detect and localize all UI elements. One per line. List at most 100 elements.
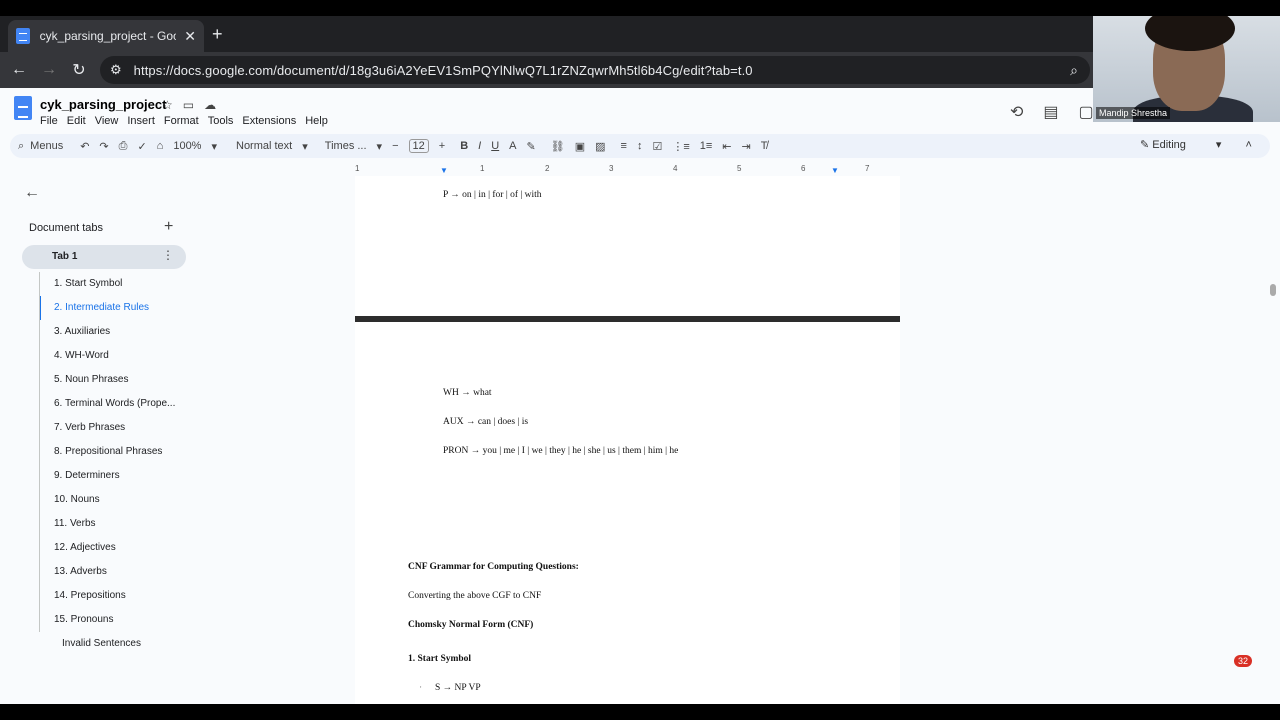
decrease-font-size-icon[interactable]: − <box>392 140 398 152</box>
outline-item[interactable]: 15. Pronouns <box>39 608 199 632</box>
align-icon[interactable]: ≡ <box>621 140 627 152</box>
ruler[interactable]: 1 1 2 3 4 5 6 7 ▼ ▼ <box>355 164 900 176</box>
outline-item[interactable]: 11. Verbs <box>39 512 199 536</box>
right-indent-marker-icon[interactable]: ▼ <box>831 166 839 175</box>
search-menus[interactable]: ⌕ Menus <box>18 140 63 153</box>
outline-item[interactable]: 3. Auxiliaries <box>39 320 199 344</box>
line-spacing-icon[interactable]: ↕ <box>637 140 643 152</box>
menu-extensions[interactable]: Extensions <box>242 115 296 127</box>
chevron-down-icon[interactable]: ▾ <box>377 140 383 153</box>
ruler-number: 7 <box>865 164 870 173</box>
site-info-icon[interactable]: ⚙ <box>110 62 122 78</box>
checklist-icon[interactable]: ☑ <box>652 140 662 153</box>
outline-item[interactable]: 10. Nouns <box>39 488 199 512</box>
insert-image-icon[interactable]: ▨ <box>595 140 605 153</box>
back-icon[interactable]: ← <box>4 61 34 79</box>
outline-item[interactable]: 5. Noun Phrases <box>39 368 199 392</box>
ruler-number: 1 <box>480 164 485 173</box>
version-history-icon[interactable]: ⟲ <box>1010 102 1023 122</box>
menu-edit[interactable]: Edit <box>67 115 86 127</box>
outline-item[interactable]: 9. Determiners <box>39 464 199 488</box>
document-title[interactable]: cyk_parsing_project <box>40 97 166 112</box>
menu-file[interactable]: File <box>40 115 58 127</box>
outline-list: 1. Start Symbol 2. Intermediate Rules 3.… <box>39 272 199 656</box>
text-color-icon[interactable]: A <box>509 140 516 152</box>
outline-item[interactable]: 4. WH-Word <box>39 344 199 368</box>
increase-indent-icon[interactable]: ⇥ <box>742 140 751 153</box>
move-folder-icon[interactable]: ▭ <box>183 98 204 112</box>
document-line: AUX → can | does | is <box>443 417 529 427</box>
undo-icon[interactable]: ↶ <box>80 140 89 153</box>
bulleted-list-icon[interactable]: ⋮≡ <box>672 140 689 153</box>
clear-formatting-icon[interactable]: T̸ <box>761 140 768 152</box>
outline-item-active[interactable]: 2. Intermediate Rules <box>39 296 199 320</box>
paragraph-style-select[interactable]: Normal text <box>236 140 292 152</box>
outline-item[interactable]: 8. Prepositional Phrases <box>39 440 199 464</box>
menu-view[interactable]: View <box>95 115 119 127</box>
add-tab-icon[interactable]: + <box>164 218 173 236</box>
new-tab-icon[interactable]: + <box>212 24 223 45</box>
screen: cyk_parsing_project - Google D ✕ + ← → ↻… <box>0 16 1280 704</box>
bold-icon[interactable]: B <box>460 140 468 152</box>
ruler-number: 4 <box>673 164 678 173</box>
outline-item[interactable]: 14. Prepositions <box>39 584 199 608</box>
docs-logo-icon[interactable] <box>14 96 32 120</box>
underline-icon[interactable]: U <box>491 140 499 152</box>
reload-icon[interactable]: ↻ <box>64 60 94 80</box>
more-options-icon[interactable]: ⋮ <box>162 248 174 262</box>
browser-tab-strip: cyk_parsing_project - Google D ✕ + <box>0 16 1280 52</box>
outline-item[interactable]: Invalid Sentences <box>39 632 199 656</box>
outline-item[interactable]: 6. Terminal Words (Prope... <box>39 392 199 416</box>
ruler-number: 6 <box>801 164 806 173</box>
zoom-icon[interactable]: ⌕ <box>1070 62 1078 79</box>
document-line: S → NP VP <box>435 683 481 693</box>
menu-insert[interactable]: Insert <box>127 115 155 127</box>
print-icon[interactable]: ⎙ <box>119 140 128 153</box>
outline-item[interactable]: 1. Start Symbol <box>39 272 199 296</box>
highlight-icon[interactable]: ✎ <box>527 140 536 153</box>
zoom-select[interactable]: 100% <box>173 140 201 152</box>
document-page[interactable]: P → on | in | for | of | with <box>355 176 900 316</box>
chevron-down-icon[interactable]: ▾ <box>211 140 217 153</box>
notification-badge[interactable]: 32 <box>1234 655 1253 667</box>
outline-item[interactable]: 12. Adjectives <box>39 536 199 560</box>
menu-tools[interactable]: Tools <box>208 115 234 127</box>
url-text[interactable]: https://docs.google.com/document/d/18g3u… <box>134 63 753 78</box>
chevron-down-icon[interactable]: ▾ <box>302 140 308 153</box>
back-arrow-icon[interactable]: ← <box>24 184 40 202</box>
chevron-up-icon[interactable]: ˄ <box>1245 139 1251 151</box>
redo-icon[interactable]: ↷ <box>99 140 108 153</box>
decrease-indent-icon[interactable]: ⇤ <box>722 140 731 153</box>
scrollbar-thumb[interactable] <box>1270 284 1276 296</box>
spellcheck-icon[interactable]: ✓ <box>137 140 146 153</box>
search-menus-label: Menus <box>30 140 64 152</box>
editing-mode-select[interactable]: ✎ Editing ▾ ˄ <box>1140 138 1252 151</box>
tab-1[interactable]: Tab 1 ⋮ <box>22 245 186 269</box>
browser-tab[interactable]: cyk_parsing_project - Google D ✕ <box>8 20 204 52</box>
numbered-list-icon[interactable]: 1≡ <box>700 140 713 152</box>
outline-item[interactable]: 7. Verb Phrases <box>39 416 199 440</box>
italic-icon[interactable]: I <box>478 140 481 152</box>
forward-icon[interactable]: → <box>34 61 64 79</box>
link-icon[interactable]: ⛓ <box>551 140 565 153</box>
add-comment-icon[interactable]: ▣ <box>575 140 585 153</box>
comments-icon[interactable]: ▤ <box>1043 102 1058 122</box>
paint-format-icon[interactable]: ⌂ <box>157 140 164 152</box>
menu-format[interactable]: Format <box>164 115 199 127</box>
menu-help[interactable]: Help <box>305 115 328 127</box>
document-line: P → on | in | for | of | with <box>443 190 542 200</box>
google-docs-favicon-icon <box>16 28 30 44</box>
increase-font-size-icon[interactable]: + <box>439 140 445 152</box>
indent-marker-icon[interactable]: ▼ <box>440 166 448 175</box>
address-bar[interactable]: ⚙ https://docs.google.com/document/d/18g… <box>100 56 1090 84</box>
ruler-number: 1 <box>355 164 360 173</box>
font-select[interactable]: Times ... <box>325 140 367 152</box>
close-tab-icon[interactable]: ✕ <box>184 28 196 45</box>
star-icon[interactable]: ☆ <box>162 98 183 112</box>
outline-item[interactable]: 13. Adverbs <box>39 560 199 584</box>
font-size-input[interactable]: 12 <box>408 139 429 153</box>
cloud-status-icon[interactable]: ☁ <box>204 98 226 112</box>
document-page[interactable]: WH → what AUX → can | does | is PRON → y… <box>355 322 900 704</box>
chevron-down-icon: ▾ <box>1215 139 1222 151</box>
meet-icon[interactable]: ▢ <box>1079 102 1094 122</box>
